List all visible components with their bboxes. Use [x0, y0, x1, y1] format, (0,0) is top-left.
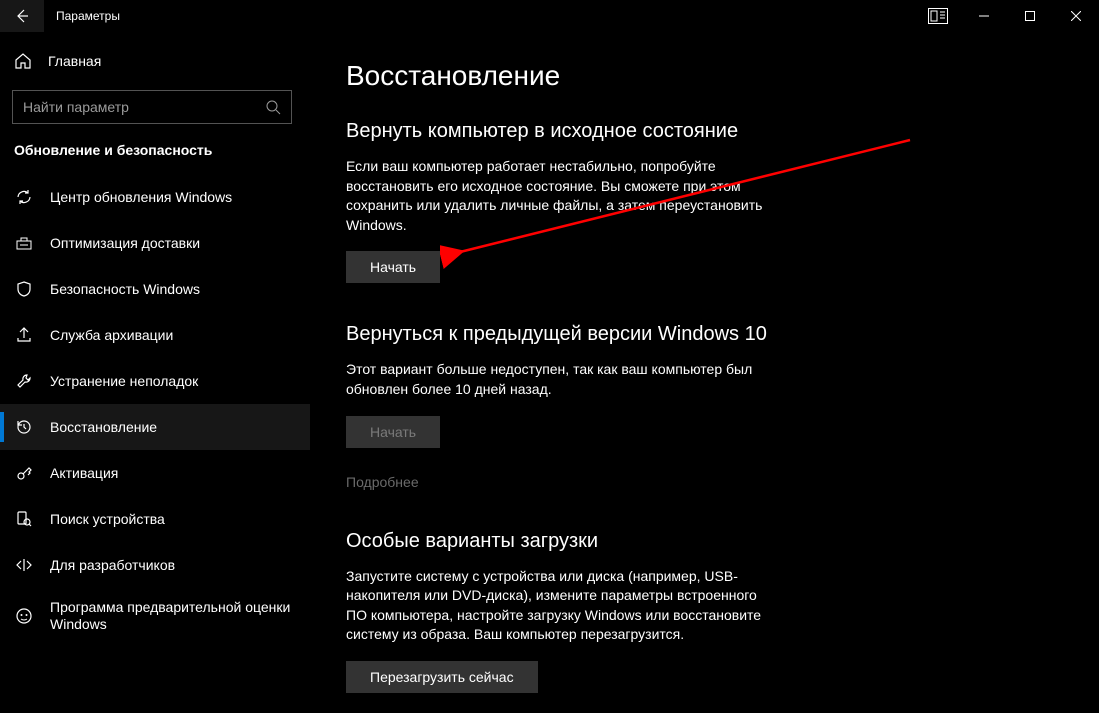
back-arrow-icon — [14, 8, 30, 24]
section-body: Запустите систему с устройства или диска… — [346, 567, 766, 645]
sidebar-item-label: Оптимизация доставки — [50, 235, 296, 252]
reset-start-button[interactable]: Начать — [346, 251, 440, 283]
key-icon — [14, 463, 34, 483]
back-button[interactable] — [0, 0, 44, 32]
wrench-icon — [14, 371, 34, 391]
developer-icon — [14, 555, 34, 575]
previous-start-button: Начать — [346, 416, 440, 448]
restart-now-button[interactable]: Перезагрузить сейчас — [346, 661, 538, 693]
section-advanced-startup: Особые варианты загрузки Запустите систе… — [346, 530, 906, 693]
sidebar-item-label: Центр обновления Windows — [50, 189, 296, 206]
sidebar-item-label: Безопасность Windows — [50, 281, 296, 298]
sidebar-item-label: Активация — [50, 465, 296, 482]
recovery-icon — [14, 417, 34, 437]
sidebar-section-title: Обновление и безопасность — [0, 138, 310, 174]
insider-icon — [14, 606, 34, 626]
learn-more-link[interactable]: Подробнее — [346, 474, 419, 490]
sidebar-item-backup[interactable]: Служба архивации — [0, 312, 310, 358]
section-previous-version: Вернуться к предыдущей версии Windows 10… — [346, 323, 906, 489]
shield-icon — [14, 279, 34, 299]
sidebar-item-troubleshoot[interactable]: Устранение неполадок — [0, 358, 310, 404]
minimize-button[interactable] — [961, 0, 1007, 32]
search-input[interactable] — [23, 99, 257, 115]
sidebar-item-delivery-optimization[interactable]: Оптимизация доставки — [0, 220, 310, 266]
sidebar-item-insider[interactable]: Программа предварительной оценки Windows — [0, 588, 310, 644]
sidebar-item-label: Для разработчиков — [50, 557, 296, 574]
sidebar-item-activation[interactable]: Активация — [0, 450, 310, 496]
section-heading: Вернуть компьютер в исходное состояние — [346, 120, 906, 143]
sidebar-item-label: Восстановление — [50, 419, 296, 436]
sidebar-item-label: Программа предварительной оценки Windows — [50, 599, 296, 633]
section-heading: Вернуться к предыдущей версии Windows 10 — [346, 323, 906, 346]
sidebar-home[interactable]: Главная — [0, 42, 310, 80]
title-bar: Параметры — [0, 0, 1099, 32]
window-title: Параметры — [44, 9, 120, 23]
sidebar-item-recovery[interactable]: Восстановление — [0, 404, 310, 450]
delivery-icon — [14, 233, 34, 253]
sidebar: Главная Обновление и безопасность Центр … — [0, 32, 310, 713]
sidebar-item-label: Поиск устройства — [50, 511, 296, 528]
sync-icon — [14, 187, 34, 207]
section-heading: Особые варианты загрузки — [346, 530, 906, 553]
sidebar-item-developers[interactable]: Для разработчиков — [0, 542, 310, 588]
page-title: Восстановление — [346, 60, 1069, 92]
sidebar-nav: Центр обновления Windows Оптимизация дос… — [0, 174, 310, 644]
sidebar-item-windows-security[interactable]: Безопасность Windows — [0, 266, 310, 312]
sidebar-home-label: Главная — [48, 53, 101, 69]
section-reset-pc: Вернуть компьютер в исходное состояние Е… — [346, 120, 906, 283]
sidebar-item-label: Служба архивации — [50, 327, 296, 344]
backup-icon — [14, 325, 34, 345]
find-device-icon — [14, 509, 34, 529]
search-icon — [265, 99, 281, 115]
sidebar-item-label: Устранение неполадок — [50, 373, 296, 390]
search-box[interactable] — [12, 90, 292, 124]
main-content: Восстановление Вернуть компьютер в исход… — [310, 32, 1099, 713]
section-body: Если ваш компьютер работает нестабильно,… — [346, 157, 766, 235]
sidebar-item-find-device[interactable]: Поиск устройства — [0, 496, 310, 542]
sidebar-item-windows-update[interactable]: Центр обновления Windows — [0, 174, 310, 220]
tablet-mode-icon[interactable] — [915, 0, 961, 32]
section-body: Этот вариант больше недоступен, так как … — [346, 360, 766, 399]
close-button[interactable] — [1053, 0, 1099, 32]
maximize-button[interactable] — [1007, 0, 1053, 32]
home-icon — [14, 52, 32, 70]
